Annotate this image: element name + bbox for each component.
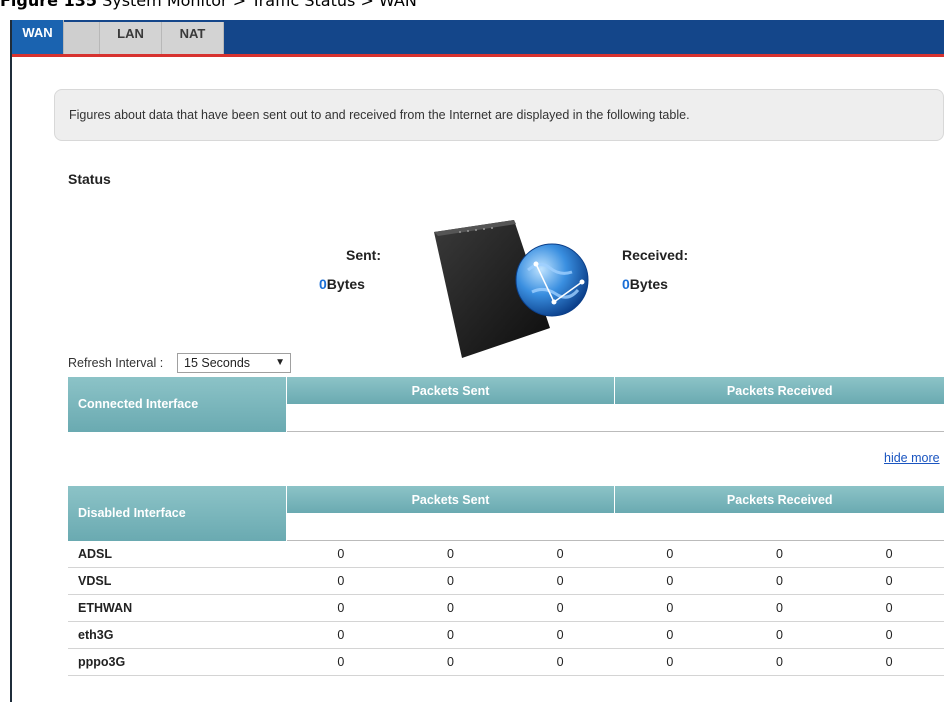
col-header: Error [395, 513, 506, 541]
interface-name: eth3G [68, 621, 286, 649]
disabled-interface-table: Disabled Interface Packets Sent Packets … [68, 486, 944, 676]
packet-count-cell: 0 [834, 594, 944, 622]
tab-bar: WAN LAN NAT [12, 20, 944, 57]
packet-count-cell: 0 [286, 648, 396, 676]
packet-count-cell: 0 [505, 621, 615, 649]
col-header: Data [286, 513, 396, 541]
table-row: ADSL 0 0 0 0 0 0 [68, 540, 944, 568]
router-web-panel: WAN LAN NAT Figures about data that have… [10, 20, 944, 702]
refresh-interval-select[interactable]: 15 Seconds ▼ [177, 353, 291, 373]
sent-label: Sent: [346, 247, 381, 263]
info-note: Figures about data that have been sent o… [54, 89, 944, 141]
interface-name: ADSL [68, 540, 286, 568]
col-header: Drop [505, 513, 615, 541]
interface-name: ETHWAN [68, 594, 286, 622]
refresh-interval-label: Refresh Interval : [68, 356, 164, 370]
packets-sent-header: Packets Sent [286, 377, 616, 404]
col-header: Drop [505, 404, 615, 432]
interface-name: VDSL [68, 567, 286, 595]
tab-lan[interactable]: LAN [100, 22, 162, 54]
packet-count-cell: 0 [395, 621, 506, 649]
received-bytes-unit: Bytes [629, 276, 668, 292]
packet-count-cell: 0 [724, 594, 835, 622]
sent-bytes-number: 0 [319, 276, 327, 292]
received-bytes-number: 0 [622, 276, 630, 292]
packets-sent-header: Packets Sent [286, 486, 616, 513]
packet-count-cell: 0 [614, 540, 725, 568]
packet-count-cell: 0 [614, 621, 725, 649]
tab-wan[interactable]: WAN [12, 20, 64, 54]
packet-count-cell: 0 [286, 540, 396, 568]
packet-count-cell: 0 [505, 540, 615, 568]
status-heading: Status [68, 171, 111, 187]
packet-count-cell: 0 [834, 540, 944, 568]
packet-count-cell: 0 [724, 621, 835, 649]
packet-count-cell: 0 [395, 567, 506, 595]
figure-title: System Monitor > Traffic Status > WAN [102, 0, 417, 10]
connected-interface-header: Connected Interface [68, 377, 287, 432]
packet-count-cell: 0 [505, 567, 615, 595]
hide-more-link[interactable]: hide more [884, 451, 940, 465]
col-header: Data [614, 513, 725, 541]
disabled-interface-rows: ADSL 0 0 0 0 0 0 VDSL 0 0 0 0 0 0 ETHWAN 0 0 0 0 0 0 eth3G 0 0 0… [68, 540, 944, 676]
dropdown-arrow-icon: ▼ [275, 357, 285, 368]
packet-count-cell: 0 [395, 540, 506, 568]
connected-interface-table: Connected Interface Packets Sent Packets… [68, 377, 944, 432]
col-header: Error [395, 404, 506, 432]
sent-bytes-unit: Bytes [326, 276, 365, 292]
packet-count-cell: 0 [834, 621, 944, 649]
packet-count-cell: 0 [286, 567, 396, 595]
refresh-interval-value: 15 Seconds [184, 356, 251, 370]
packet-count-cell: 0 [834, 648, 944, 676]
packets-received-header: Packets Received [614, 377, 944, 404]
packet-count-cell: 0 [395, 594, 506, 622]
col-header: Drop [834, 404, 944, 432]
col-header: Drop [834, 513, 944, 541]
table-row: ETHWAN 0 0 0 0 0 0 [68, 594, 944, 622]
packet-count-cell: 0 [614, 594, 725, 622]
packet-count-cell: 0 [724, 648, 835, 676]
sent-value: 0Bytes [319, 276, 365, 292]
col-header: Data [286, 404, 396, 432]
tab-spacer [64, 22, 100, 54]
received-value: 0Bytes [622, 276, 668, 292]
packet-count-cell: 0 [505, 648, 615, 676]
packet-count-cell: 0 [614, 648, 725, 676]
packets-received-header: Packets Received [614, 486, 944, 513]
tab-nat[interactable]: NAT [162, 22, 224, 54]
figure-number: Figure 135 [0, 0, 97, 10]
figure-caption: Figure 135 System Monitor > Traffic Stat… [0, 0, 417, 11]
interface-name: pppo3G [68, 648, 286, 676]
col-header: Error [724, 513, 835, 541]
table-row: eth3G 0 0 0 0 0 0 [68, 621, 944, 649]
table-row: pppo3G 0 0 0 0 0 0 [68, 648, 944, 676]
packet-count-cell: 0 [834, 567, 944, 595]
disabled-interface-header: Disabled Interface [68, 486, 287, 541]
packet-count-cell: 0 [614, 567, 725, 595]
packet-count-cell: 0 [724, 540, 835, 568]
packet-count-cell: 0 [724, 567, 835, 595]
packet-count-cell: 0 [286, 621, 396, 649]
router-globe-icon [434, 220, 589, 358]
received-label: Received: [622, 247, 689, 263]
packet-count-cell: 0 [505, 594, 615, 622]
packet-count-cell: 0 [286, 594, 396, 622]
col-header: Data [614, 404, 725, 432]
packet-count-cell: 0 [395, 648, 506, 676]
col-header: Error [724, 404, 835, 432]
table-row: VDSL 0 0 0 0 0 0 [68, 567, 944, 595]
